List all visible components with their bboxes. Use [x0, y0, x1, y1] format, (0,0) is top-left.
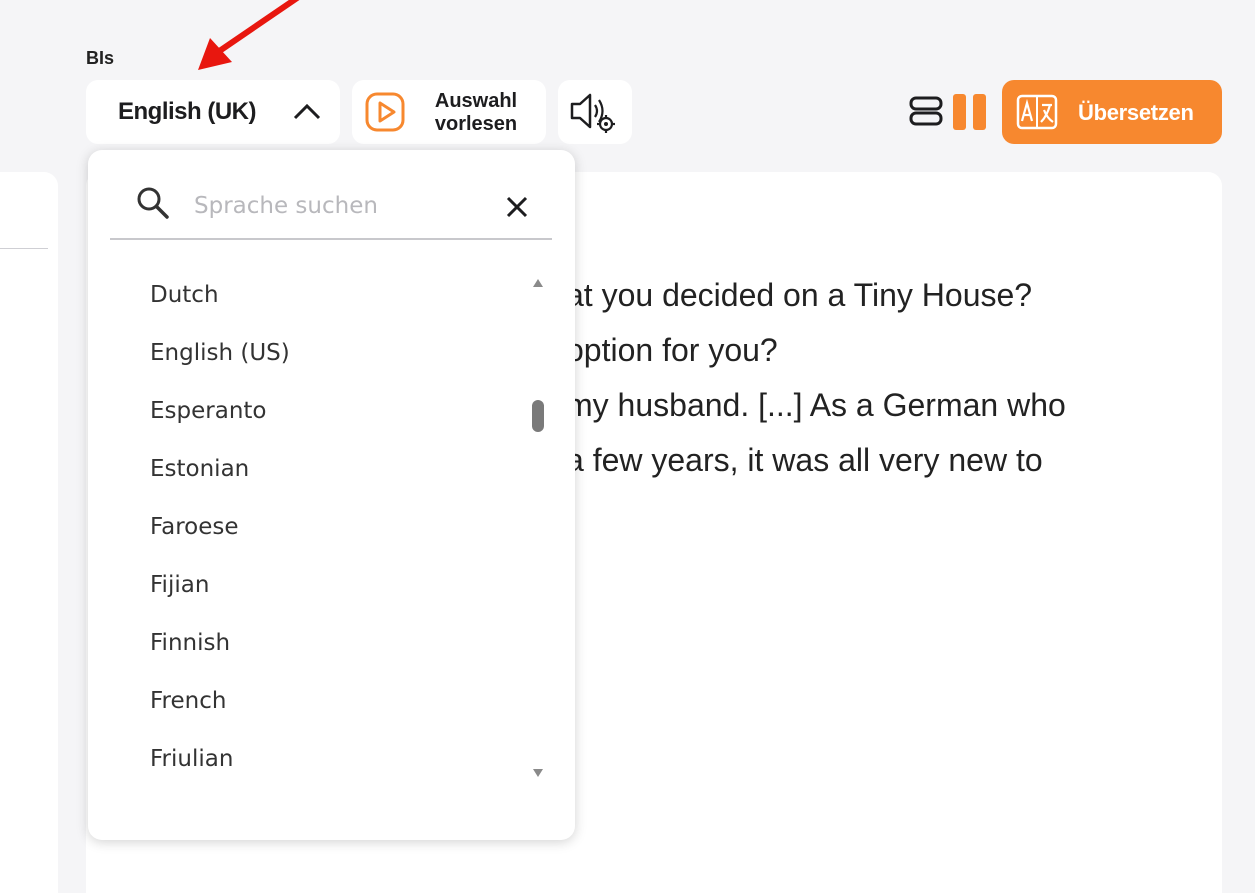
chevron-up-icon — [293, 103, 321, 120]
text-line: option for you? — [566, 332, 778, 368]
read-selection-line2: vorlesen — [434, 113, 518, 135]
language-search-input[interactable] — [194, 188, 474, 224]
text-line: at you decided on a Tiny House? — [566, 277, 1033, 313]
speaker-settings-button[interactable] — [558, 80, 632, 144]
list-item[interactable]: Fijian — [150, 556, 290, 614]
divider — [0, 248, 48, 249]
list-item[interactable]: Faroese — [150, 498, 290, 556]
read-selection-label: Auswahl vorlesen — [430, 90, 522, 136]
translate-icon — [1016, 94, 1058, 130]
selected-language: English (UK) — [118, 98, 257, 125]
list-item[interactable]: Esperanto — [150, 382, 290, 440]
language-list: Dutch English (US) Esperanto Estonian Fa… — [150, 250, 290, 788]
list-item[interactable]: English (US) — [150, 324, 290, 382]
left-panel — [0, 172, 58, 893]
target-language-label: BIs — [86, 48, 115, 68]
scrollbar[interactable] — [526, 268, 550, 788]
search-row — [110, 178, 552, 240]
close-icon[interactable] — [502, 192, 532, 222]
text-line: a few years, it was all very new to — [566, 442, 1043, 478]
list-item[interactable]: Friulian — [150, 730, 290, 788]
scrollbar-thumb[interactable] — [532, 400, 544, 432]
play-icon — [365, 92, 405, 132]
red-arrow — [198, 0, 300, 70]
list-item[interactable]: Dutch — [150, 266, 290, 324]
read-selection-button[interactable]: Auswahl vorlesen — [352, 80, 546, 144]
list-item[interactable]: French — [150, 672, 290, 730]
pause-icon[interactable] — [952, 94, 988, 130]
scroll-up-icon[interactable] — [532, 278, 544, 288]
scroll-down-icon[interactable] — [532, 768, 544, 778]
translate-label: Übersetzen — [1078, 100, 1194, 125]
list-item[interactable]: Estonian — [150, 440, 290, 498]
layout-icon[interactable] — [909, 94, 943, 128]
speaker-settings-icon — [570, 93, 615, 133]
language-list-viewport: Dutch English (US) Esperanto Estonian Fa… — [110, 250, 580, 790]
language-dropdown: Dutch English (US) Esperanto Estonian Fa… — [88, 150, 575, 840]
translate-button[interactable]: Übersetzen — [1002, 80, 1222, 144]
read-selection-line1: Auswahl — [434, 90, 518, 112]
text-content: at you decided on a Tiny House? option f… — [566, 268, 1206, 488]
list-item[interactable]: Finnish — [150, 614, 290, 672]
search-icon — [137, 187, 169, 219]
list-item[interactable] — [150, 250, 290, 266]
text-line: my husband. [...] As a German who — [566, 387, 1066, 423]
language-select[interactable]: English (UK) — [86, 80, 340, 144]
